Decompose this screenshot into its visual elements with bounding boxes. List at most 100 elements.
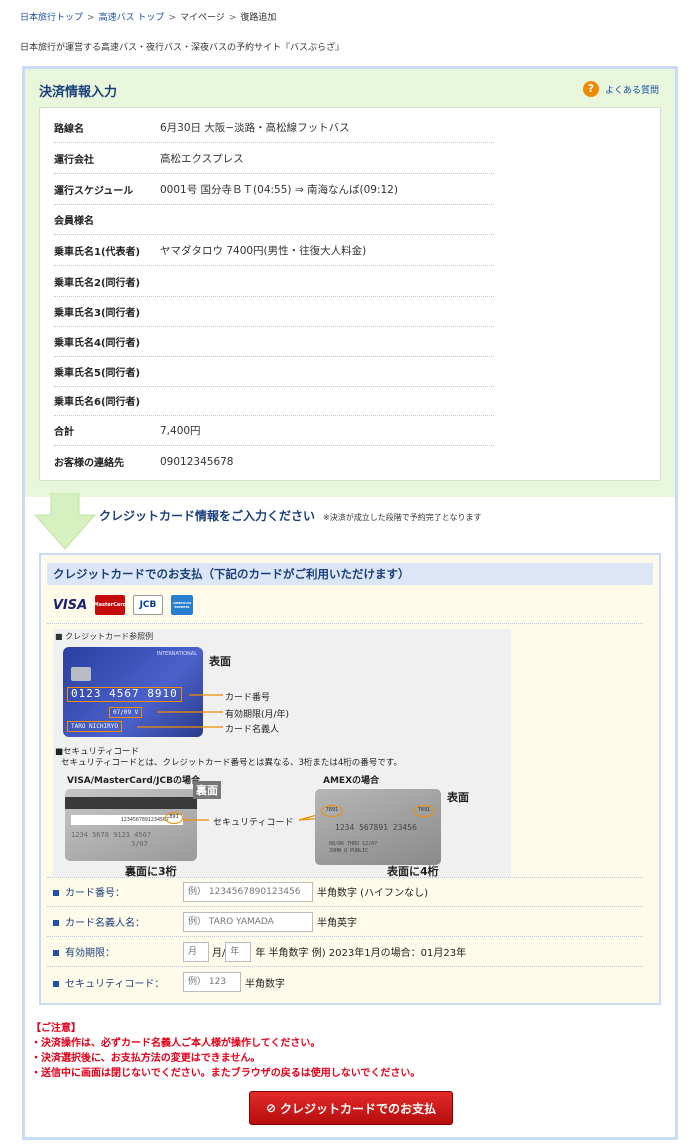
breadcrumb-separator: > [87, 13, 95, 23]
jcb-logo-icon: JCB [133, 595, 163, 615]
amex-logo-icon: AMERICAN EXPRESS [171, 595, 193, 615]
prompt-note: ※決済が成立した段階で予約完了となります [323, 513, 482, 522]
table-row: お客様の連絡先 09012345678 [54, 446, 494, 477]
amex-number: 1234 567891 23456 [335, 823, 417, 832]
holder-label-text: カード名義人名： [65, 918, 145, 929]
row-value: 0001号 国分寺ＢＴ(04:55) ⇒ 南海なんば(09:12) [160, 183, 398, 196]
prompt-text: クレジットカード情報をご入力ください [99, 509, 316, 523]
row-label: 合計 [54, 426, 74, 438]
table-row: 乗車氏名1(代表者) ヤマダタロウ 7400円(男性・往復大人料金) [54, 235, 494, 266]
table-row: 乗車氏名6(同行者) [54, 385, 494, 416]
row-value: 6月30日 大阪−淡路・高松線フットバス [160, 121, 350, 134]
row-value: 高松エクスプレス [160, 152, 244, 165]
table-row: 合計 7,400円 [54, 415, 494, 446]
caution-notice: 【ご注意】 ・決済操作は、必ずカード名義人ご本人様が操作してください。 ・決済選… [31, 1021, 420, 1081]
table-row: 運行スケジュール 0001号 国分寺ＢＴ(04:55) ⇒ 南海なんば(09:12… [54, 174, 494, 205]
card-number-hint: 半角数字 (ハイフンなし) [317, 888, 428, 899]
security-code-label: セキュリティコード [213, 818, 294, 828]
table-row: 会員様名 [54, 204, 494, 235]
card-info-prompt: クレジットカード情報をご入力ください ※決済が成立した段階で予約完了となります [99, 507, 481, 524]
row-label: 運行スケジュール [54, 185, 134, 197]
row-label: 会員様名 [54, 215, 94, 227]
expiry-hint: 年 半角数字 例) 2023年1月の場合：01月23年 [255, 948, 467, 959]
amex-holder: JOHN Q PUBLIC [329, 848, 369, 854]
notice-title: 【ご注意】 [31, 1023, 81, 1034]
amex-dates: 08/06 THRU 12/07 [329, 841, 378, 847]
bullet-icon [53, 890, 59, 896]
amex-code-left: 7891 [325, 807, 339, 813]
breadcrumb-mypage: マイページ [179, 13, 225, 23]
row-value: 09012345678 [160, 455, 234, 468]
bullet-icon [53, 980, 59, 987]
row-label: 運行会社 [54, 154, 94, 166]
row-label: 乗車氏名6(同行者) [54, 396, 141, 408]
amex-card-image: 7891 7891 1234 567891 23456 08/06 THRU 1… [315, 789, 441, 865]
breadcrumb-separator: > [228, 13, 237, 23]
card-number-label-text: カード番号： [65, 888, 125, 899]
amex-code-highlight-left: 7891 [321, 805, 343, 817]
table-row: 運行会社 高松エクスプレス [54, 143, 494, 174]
table-row: 乗車氏名5(同行者) [54, 356, 494, 387]
amex-code-highlight-right: 7891 [413, 805, 435, 817]
link-icon: ⊘ [265, 1101, 277, 1115]
notice-line: ・決済操作は、必ずカード名義人ご本人様が操作してください。 [31, 1038, 321, 1049]
credit-card-section: クレジットカードでのお支払（下記のカードがご利用いただけます） VISA Mas… [39, 553, 661, 1005]
expiry-year-input[interactable] [225, 941, 252, 962]
faq-link[interactable]: ? よくある質問 [582, 81, 659, 97]
mastercard-logo-icon: MasterCard [93, 595, 127, 615]
amex-logo-text: AMERICAN EXPRESS [173, 601, 191, 609]
divider [47, 623, 643, 624]
breadcrumb-link-top[interactable]: 日本旅行トップ [20, 13, 83, 23]
breadcrumb-separator: > [168, 13, 176, 23]
row-value: ヤマダタロウ 7400円(男性・往復大人料金) [160, 244, 367, 257]
page-title: 決済情報入力 [39, 85, 118, 100]
card-reference-panel: ■ クレジットカード参照例 INTERNATIONAL 0123 4567 89… [53, 629, 511, 878]
card-number-label: カード番号： [47, 884, 183, 899]
month-unit: 月/ [212, 948, 226, 959]
down-arrow-icon [33, 493, 97, 550]
security-label-text: セキュリティコード： [65, 978, 165, 990]
table-row: 乗車氏名3(同行者) [54, 296, 494, 327]
card-brand-logos: VISA MasterCard JCB AMERICAN EXPRESS [53, 595, 193, 615]
table-row: 乗車氏名4(同行者) [54, 326, 494, 357]
row-label: 乗車氏名3(同行者) [54, 307, 141, 319]
faq-label: よくある質問 [604, 85, 659, 96]
mastercard-logo-text: MasterCard [93, 602, 127, 608]
expiry-row: 有効期限： 月/ 年 半角数字 例) 2023年1月の場合：01月23年 [47, 937, 643, 967]
card-holder-input[interactable] [183, 911, 313, 932]
card-number-input[interactable] [183, 881, 313, 902]
security-row: セキュリティコード： 半角数字 [47, 967, 643, 997]
security-code-input[interactable] [183, 972, 241, 992]
holder-label: カード名義人名： [47, 914, 183, 929]
credit-card-pay-button[interactable]: ⊘ クレジットカードでのお支払 [249, 1091, 453, 1125]
pay-button-label: クレジットカードでのお支払 [280, 1101, 437, 1116]
breadcrumb: 日本旅行トップ > 高速バス トップ > マイページ > 復路追加 [20, 10, 276, 23]
visa-logo-icon: VISA [52, 597, 88, 613]
bullet-icon [53, 950, 59, 956]
table-row: 路線名 6月30日 大阪−淡路・高松線フットバス [54, 112, 494, 143]
trip-summary-section: 決済情報入力 ? よくある質問 路線名 6月30日 大阪−淡路・高松線フットバス … [25, 69, 675, 497]
row-label: 乗車氏名2(同行者) [54, 277, 141, 289]
amex-code-right: 7891 [417, 807, 431, 813]
card-section-title: クレジットカードでのお支払（下記のカードがご利用いただけます） [47, 563, 653, 585]
amex-details: 08/06 THRU 12/07 JOHN Q PUBLIC [329, 841, 377, 855]
security-hint: 半角数字 [245, 978, 285, 990]
bullet-icon [53, 920, 59, 926]
breadcrumb-current: 復路追加 [240, 13, 277, 23]
expiry-month-input[interactable] [183, 941, 209, 962]
expiry-label-text: 有効期限： [65, 948, 115, 959]
security-callout-lines [183, 810, 428, 821]
trip-info-table: 路線名 6月30日 大阪−淡路・高松線フットバス 運行会社 高松エクスプレス 運行ス… [39, 107, 661, 481]
card-number-row: カード番号： 半角数字 (ハイフンなし) [47, 877, 643, 907]
row-label: 乗車氏名5(同行者) [54, 367, 141, 379]
question-icon: ? [582, 81, 599, 97]
amex-front-label: 表面 [447, 791, 469, 804]
table-row: 乗車氏名2(同行者) [54, 266, 494, 297]
notice-line: ・送信中に画面は閉じないでください。またブラウザの戻るは使用しないでください。 [31, 1068, 421, 1079]
holder-hint: 半角英字 [317, 918, 357, 929]
security-label: セキュリティコード： [47, 975, 183, 990]
prompt-banner: クレジットカード情報をご入力ください ※決済が成立した段階で予約完了となります [25, 493, 675, 553]
breadcrumb-link-bus-top[interactable]: 高速バス トップ [99, 13, 165, 23]
site-tagline: 日本旅行が運営する高速バス・夜行バス・深夜バスの予約サイト『バスぷらざ』 [20, 43, 345, 53]
payment-panel: 決済情報入力 ? よくある質問 路線名 6月30日 大阪−淡路・高松線フットバス … [22, 66, 678, 1140]
